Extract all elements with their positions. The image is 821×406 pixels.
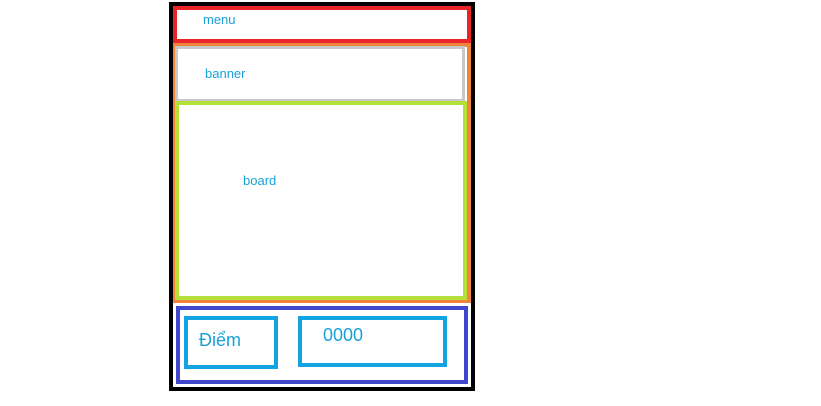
banner-label: banner [205, 66, 246, 81]
score-label: Điểm [199, 330, 242, 350]
score-value-box [298, 316, 447, 367]
score-value: 0000 [323, 325, 364, 345]
board-region [175, 101, 467, 300]
board-label: board [243, 173, 277, 188]
menu-label: menu [203, 12, 236, 27]
